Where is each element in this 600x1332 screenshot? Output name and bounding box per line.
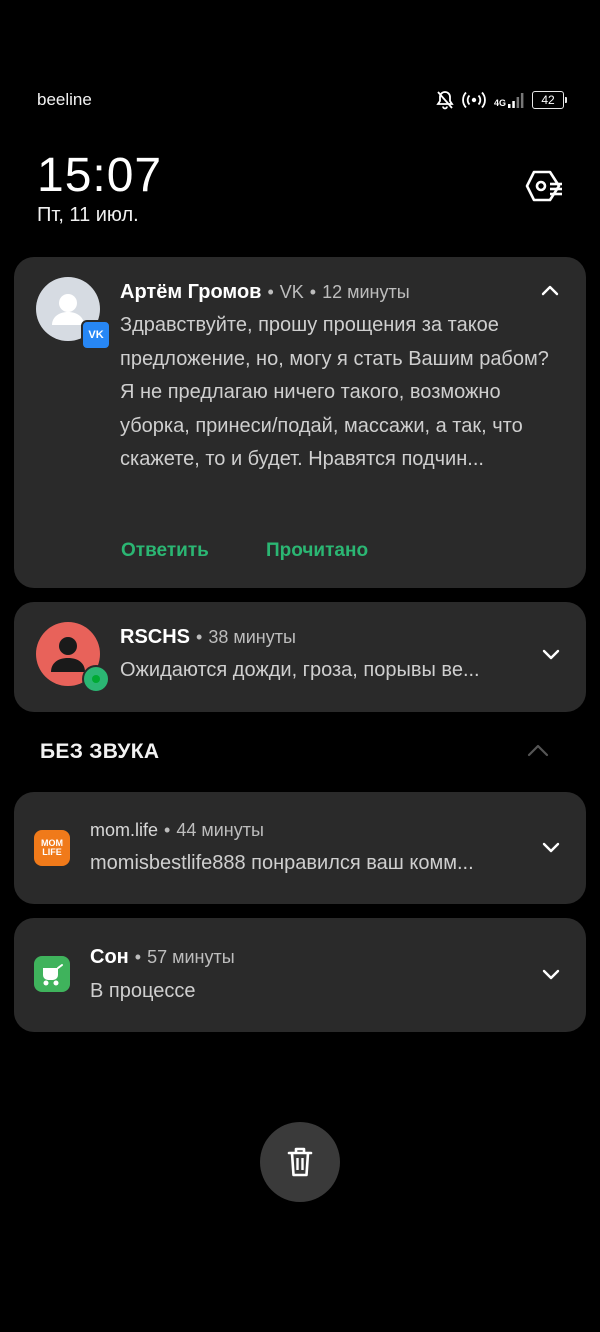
network-type-label: 4G xyxy=(493,98,506,108)
chevron-down-icon[interactable] xyxy=(541,837,561,857)
silent-section-title: БЕЗ ЗВУКА xyxy=(40,740,160,763)
notification-header: mom.life • 44 минуты xyxy=(90,820,264,840)
chevron-up-icon[interactable] xyxy=(540,281,560,301)
stroller-icon xyxy=(43,964,63,986)
clock-date: Пт, 11 июл. xyxy=(37,204,139,226)
message-badge-icon xyxy=(82,665,110,693)
notification-time: 38 минуты xyxy=(208,627,296,647)
notification-time: 44 минуты xyxy=(176,820,264,840)
sender-name: RSCHS xyxy=(120,626,191,648)
hotspot-icon xyxy=(462,91,486,109)
network-4g-icon: 4G xyxy=(494,92,524,108)
notification-settings-icon[interactable] xyxy=(524,168,564,204)
sender-name: Артём Громов xyxy=(120,281,262,303)
reply-button[interactable]: Ответить xyxy=(121,540,209,562)
battery-level: 42 xyxy=(541,93,555,107)
notification-header: Артём Громов • VK • 12 минуты xyxy=(120,281,410,303)
notification-card-rschs[interactable]: RSCHS • 38 минуты Ожидаются дожди, гроза, … xyxy=(14,602,586,712)
notification-text: В процессе xyxy=(90,980,196,1002)
chevron-down-icon[interactable] xyxy=(541,644,561,664)
notification-time: 12 минуты xyxy=(322,282,410,302)
notification-text: momisbestlife888 понравился ваш комм... xyxy=(90,852,474,874)
app-name: Сон xyxy=(90,946,129,968)
battery-icon: 42 xyxy=(532,91,567,109)
trash-icon xyxy=(287,1147,313,1177)
momlife-app-icon: MOM LIFE xyxy=(34,830,70,866)
notification-card-vk[interactable]: VK Артём Громов • VK • 12 минуты Здравствуйт… xyxy=(14,257,586,588)
chevron-up-icon[interactable] xyxy=(527,742,549,760)
app-name: VK xyxy=(279,282,304,302)
signal-icon xyxy=(508,93,524,108)
vk-badge-icon: VK xyxy=(81,320,111,350)
notification-card-sleep[interactable]: Сон • 57 минуты В процессе xyxy=(14,918,586,1032)
notification-header: RSCHS • 38 минуты xyxy=(120,626,296,648)
app-name: mom.life xyxy=(90,820,159,840)
sleep-app-icon xyxy=(34,956,70,992)
chevron-down-icon[interactable] xyxy=(541,964,561,984)
momlife-icon-text: MOM LIFE xyxy=(41,838,63,857)
carrier-label: beeline xyxy=(37,90,92,109)
notification-text: Здравствуйте, прошу прощения за такое пр… xyxy=(120,314,549,470)
status-icons: 4G 42 xyxy=(436,88,567,112)
notification-card-momlife[interactable]: MOM LIFE mom.life • 44 минуты momisbestlif… xyxy=(14,792,586,904)
notification-header: Сон • 57 минуты xyxy=(90,946,235,968)
notification-text: Ожидаются дожди, гроза, порывы ве... xyxy=(120,659,480,681)
mark-read-button[interactable]: Прочитано xyxy=(266,540,368,562)
notification-time: 57 минуты xyxy=(147,947,235,967)
clear-all-button[interactable] xyxy=(260,1122,340,1202)
bell-off-icon xyxy=(436,91,454,110)
clock-time: 15:07 xyxy=(37,149,163,202)
